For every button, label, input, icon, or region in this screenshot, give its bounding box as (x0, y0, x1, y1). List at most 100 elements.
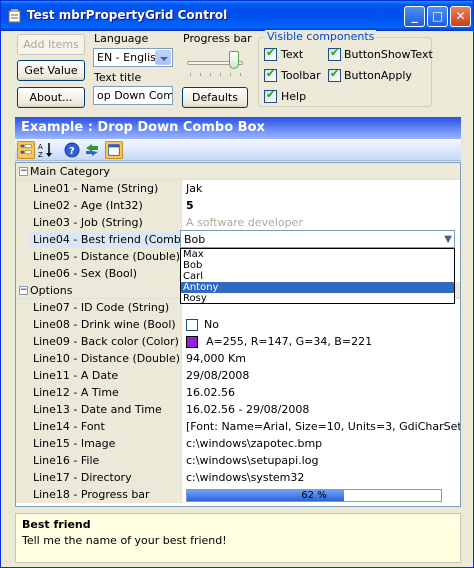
table-row[interactable]: Line12 - A Time 16.02.56 (16, 384, 460, 401)
property-value[interactable]: c:\windows\zapotec.bmp (183, 435, 460, 452)
chevron-down-icon[interactable] (155, 50, 171, 65)
help-panel: Best friend Tell me the name of your bes… (15, 513, 461, 563)
add-items-button[interactable]: Add Items (17, 34, 85, 55)
property-value[interactable]: 5 (183, 197, 460, 214)
refresh-icon[interactable] (83, 141, 101, 159)
table-row[interactable]: Line17 - Directory c:\windows\system32 (16, 469, 460, 486)
language-value: EN - English (97, 51, 163, 64)
table-row[interactable]: Line02 - Age (Int32) 5 (16, 197, 460, 214)
maximize-button[interactable]: □ (427, 6, 448, 27)
defaults-button[interactable]: Defaults (182, 87, 248, 108)
property-value[interactable]: 29/08/2008 (183, 367, 460, 384)
property-value[interactable]: c:\windows\setupapi.log (183, 452, 460, 469)
property-name: Line01 - Name (String) (30, 180, 182, 197)
app-window: Test mbrPropertyGrid Control _ □ ✕ Add I… (0, 0, 474, 568)
property-value[interactable]: A=255, R=147, G=34, B=221 (183, 333, 460, 350)
progress-bar: 62 % (186, 488, 442, 502)
table-row[interactable]: Line14 - Font [Font: Name=Arial, Size=10… (16, 418, 460, 435)
slider-tick (210, 73, 211, 76)
minimize-button[interactable]: _ (404, 6, 425, 27)
property-name: Line09 - Back color (Color) (30, 333, 182, 350)
property-value[interactable]: [Font: Name=Arial, Size=10, Units=3, Gdi… (183, 418, 460, 435)
collapse-icon[interactable]: − (19, 167, 28, 176)
drink-wine-checkbox[interactable] (186, 319, 198, 331)
close-button[interactable]: ✕ (450, 6, 471, 27)
toolbar-checkbox[interactable] (264, 67, 277, 82)
table-row[interactable]: Line08 - Drink wine (Bool) No (16, 316, 460, 333)
property-name: Line06 - Sex (Bool) (30, 265, 182, 282)
progress-bar-label: Progress bar (183, 32, 252, 45)
property-name: Line14 - Font (30, 418, 182, 435)
table-row[interactable]: Line01 - Name (String) Jak (16, 180, 460, 197)
help-icon[interactable]: ? (63, 141, 81, 159)
property-value[interactable]: 16.02.56 (183, 384, 460, 401)
property-name: Line13 - Date and Time (30, 401, 182, 418)
property-value[interactable]: No (183, 316, 460, 333)
progress-text: 62 % (301, 489, 327, 501)
properties-icon[interactable] (105, 141, 123, 159)
dropdown-item[interactable]: Max (181, 249, 454, 260)
best-friend-dropdown[interactable]: Max Bob Carl Antony Rosy (180, 248, 455, 304)
property-name: Line12 - A Time (30, 384, 182, 401)
best-friend-combo[interactable]: Bob ▼ (180, 230, 455, 248)
property-name: Line02 - Age (Int32) (30, 197, 182, 214)
table-row[interactable]: Line11 - A Date 29/08/2008 (16, 367, 460, 384)
app-icon (8, 9, 21, 23)
slider-tick (200, 73, 201, 76)
dropdown-item[interactable]: Bob (181, 260, 454, 271)
table-row[interactable]: Line03 - Job (String) A software develop… (16, 214, 460, 231)
get-value-button[interactable]: Get Value (17, 60, 85, 81)
property-value[interactable]: Jak (183, 180, 460, 197)
grid-header: Example : Drop Down Combo Box (15, 117, 461, 139)
property-name: Line03 - Job (String) (30, 214, 182, 231)
help-checkbox[interactable] (264, 88, 277, 103)
window-title: Test mbrPropertyGrid Control (27, 8, 228, 22)
table-row[interactable]: Line09 - Back color (Color) A=255, R=147… (16, 333, 460, 350)
button-apply-checkbox[interactable] (328, 67, 341, 82)
property-value[interactable]: 94,000 Km (183, 350, 460, 367)
property-name: Line07 - ID Code (String) (30, 299, 182, 316)
table-row[interactable]: Line16 - File c:\windows\setupapi.log (16, 452, 460, 469)
table-row[interactable]: Line10 - Distance (Double) 94,000 Km (16, 350, 460, 367)
help-text: Tell me the name of your best friend! (22, 534, 227, 547)
property-value[interactable]: c:\windows\system32 (183, 469, 460, 486)
button-apply-checkbox-label: ButtonApply (344, 69, 412, 82)
property-value[interactable]: A software developer (183, 214, 460, 231)
back-color-value: A=255, R=147, G=34, B=221 (206, 335, 373, 348)
about-button[interactable]: About... (17, 87, 85, 108)
dropdown-item-selected[interactable]: Antony (181, 282, 454, 293)
property-name: Line17 - Directory (30, 469, 182, 486)
toolbar-checkbox-label: Toolbar (281, 69, 321, 82)
slider-tick (230, 73, 231, 76)
button-show-text-checkbox[interactable] (328, 46, 341, 61)
categorized-icon[interactable] (17, 141, 35, 159)
title-bar[interactable]: Test mbrPropertyGrid Control _ □ ✕ (1, 1, 473, 31)
svg-text:A: A (38, 143, 43, 151)
progress-slider-thumb[interactable] (229, 51, 239, 69)
color-swatch[interactable] (186, 336, 198, 348)
dropdown-item[interactable]: Rosy (181, 293, 454, 304)
chevron-down-icon[interactable]: ▼ (444, 234, 452, 245)
category-row-main[interactable]: − Main Category (16, 163, 460, 180)
text-title-label: Text title (94, 71, 142, 84)
text-checkbox-label: Text (281, 48, 304, 61)
grid-toolbar: A Z ? (15, 139, 461, 161)
text-title-input[interactable]: op Down Combo (93, 86, 173, 105)
dropdown-item[interactable]: Carl (181, 271, 454, 282)
visible-components-legend: Visible components (265, 30, 377, 43)
property-grid[interactable]: − Main Category Line01 - Name (String) J… (15, 162, 461, 507)
help-title: Best friend (22, 518, 91, 531)
property-value[interactable]: 62 % (183, 486, 460, 503)
text-checkbox[interactable] (264, 46, 277, 61)
button-show-text-checkbox-label: ButtonShowText (344, 48, 433, 61)
drink-wine-value: No (204, 318, 219, 331)
table-row[interactable]: Line15 - Image c:\windows\zapotec.bmp (16, 435, 460, 452)
property-value[interactable]: 16.02.56 - 29/08/2008 (183, 401, 460, 418)
table-row[interactable]: Line13 - Date and Time 16.02.56 - 29/08/… (16, 401, 460, 418)
language-select[interactable]: EN - English (93, 48, 173, 67)
table-row[interactable]: Line18 - Progress bar 62 % (16, 486, 460, 503)
collapse-icon[interactable]: − (19, 286, 28, 295)
property-name: Line16 - File (30, 452, 182, 469)
alphabetical-sort-icon[interactable]: A Z (37, 141, 55, 159)
property-name: Line08 - Drink wine (Bool) (30, 316, 182, 333)
